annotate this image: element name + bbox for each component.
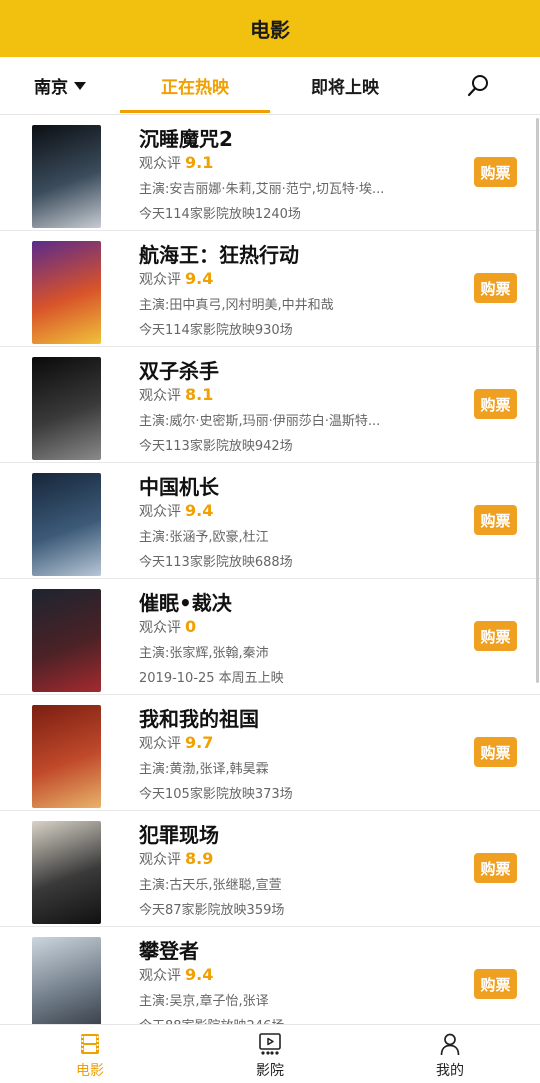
tab-now-showing[interactable]: 正在热映 [120,57,270,114]
caret-down-icon [74,81,86,90]
score-label: 观众评 [139,968,181,984]
movie-cast: 主演:古天乐,张继聪,宣萱 [139,878,282,893]
movie-cast: 主演:田中真弓,冈村明美,中井和哉 [139,298,334,313]
search-icon [467,75,488,97]
movie-item[interactable]: 沉睡魔咒2 观众评 9.1 主演:安吉丽娜·朱莉,艾丽·范宁,切瓦特·埃... 今天11… [0,115,540,231]
movie-score: 观众评 9.4 [139,269,213,289]
movie-cast: 主演:张涵予,欧豪,杜江 [139,530,269,545]
score-value: 9.4 [185,965,214,984]
movie-score: 观众评 8.1 [139,385,213,405]
movie-item[interactable]: 我和我的祖国 观众评 9.7 主演:黄渤,张译,韩昊霖 今天105家影院放映373场 购票 [0,695,540,811]
scrollbar[interactable] [536,118,539,683]
movie-cast: 主演:黄渤,张译,韩昊霖 [139,762,269,777]
movie-score: 观众评 9.7 [139,733,213,753]
score-value: 0 [185,617,197,636]
movie-poster[interactable] [32,705,101,808]
tab-coming-soon[interactable]: 即将上映 [270,57,420,114]
movie-showtime: 今天87家影院放映359场 [139,903,285,918]
cinema-icon [259,1033,281,1055]
score-label: 观众评 [139,620,181,636]
buy-ticket-button[interactable]: 购票 [474,853,517,883]
movie-poster[interactable] [32,821,101,924]
movie-item[interactable]: 中国机长 观众评 9.4 主演:张涵予,欧豪,杜江 今天113家影院放映688场 购票 [0,463,540,579]
buy-ticket-button[interactable]: 购票 [474,273,517,303]
movie-poster[interactable] [32,589,101,692]
movie-poster[interactable] [32,473,101,576]
film-icon [81,1034,99,1054]
movie-showtime: 今天114家影院放映1240场 [139,207,301,222]
page-title: 电影 [250,18,290,42]
movie-poster[interactable] [32,241,101,344]
tab-bar: 南京 正在热映 即将上映 [0,57,540,115]
movie-cast: 主演:吴京,章子怡,张译 [139,994,269,1009]
movie-showtime: 2019-10-25 本周五上映 [139,671,284,686]
score-value: 9.4 [185,269,214,288]
movie-item[interactable]: 攀登者观众评9.4主演:吴京,章子怡,张译今天88家影院放映246场购票 [0,927,540,1025]
score-value: 8.9 [185,849,214,868]
bottom-nav: 电影 影院 我的 [0,1024,540,1083]
movie-score: 观众评 9.4 [139,501,213,521]
nav-cinemas[interactable]: 影院 [180,1025,360,1083]
tab-now-showing-label: 正在热映 [161,78,229,98]
active-tab-indicator [120,110,270,113]
nav-profile-label: 我的 [436,1063,464,1079]
score-value: 9.7 [185,733,214,752]
movie-title[interactable]: 我和我的祖国 [139,703,259,732]
movie-title[interactable]: 犯罪现场 [139,819,219,848]
user-icon [440,1033,460,1056]
score-label: 观众评 [139,272,181,288]
movie-item[interactable]: 犯罪现场 观众评 8.9 主演:古天乐,张继聪,宣萱 今天87家影院放映359场 购票 [0,811,540,927]
nav-movies-label: 电影 [76,1063,104,1079]
nav-movies[interactable]: 电影 [0,1025,180,1083]
score-value: 9.4 [185,501,214,520]
movie-cast: 主演:安吉丽娜·朱莉,艾丽·范宁,切瓦特·埃... [139,182,385,197]
buy-ticket-button[interactable]: 购票 [474,389,517,419]
movie-cast: 主演:张家辉,张翰,秦沛 [139,646,269,661]
nav-profile[interactable]: 我的 [360,1025,540,1083]
search-button[interactable] [466,73,492,99]
app-header: 电影 [0,0,540,57]
city-label: 南京 [34,78,68,98]
movie-score: 观众评 8.9 [139,849,213,869]
movie-score: 观众评 0 [139,617,196,637]
movie-item[interactable]: 航海王：狂热行动 观众评 9.4 主演:田中真弓,冈村明美,中井和哉 今天114家影院放… [0,231,540,347]
movie-item[interactable]: 催眠•裁决 观众评 0 主演:张家辉,张翰,秦沛 2019-10-25 本周五上映 购票 [0,579,540,695]
score-label: 观众评 [139,852,181,868]
score-label: 观众评 [139,156,181,172]
score-value: 9.1 [185,153,214,172]
score-label: 观众评 [139,504,181,520]
movie-title[interactable]: 航海王：狂热行动 [139,239,299,268]
movie-item[interactable]: 双子杀手 观众评 8.1 主演:威尔·史密斯,玛丽·伊丽莎白·温斯特... 今天113家… [0,347,540,463]
movie-list[interactable]: 沉睡魔咒2 观众评 9.1 主演:安吉丽娜·朱莉,艾丽·范宁,切瓦特·埃... 今天11… [0,115,540,1025]
city-selector[interactable]: 南京 [34,57,86,114]
nav-cinemas-label: 影院 [256,1063,284,1079]
tab-coming-soon-label: 即将上映 [311,78,379,98]
movie-score: 观众评 9.4 [139,965,213,985]
score-label: 观众评 [139,736,181,752]
movie-showtime: 今天114家影院放映930场 [139,323,293,338]
movie-cast: 主演:威尔·史密斯,玛丽·伊丽莎白·温斯特... [139,414,381,429]
movie-score: 观众评 9.1 [139,153,213,173]
movie-poster[interactable] [32,357,101,460]
buy-ticket-button[interactable]: 购票 [474,737,517,767]
buy-ticket-button[interactable]: 购票 [474,621,517,651]
movie-poster[interactable] [32,125,101,228]
score-label: 观众评 [139,388,181,404]
movie-title[interactable]: 沉睡魔咒2 [139,123,233,152]
movie-poster[interactable] [32,937,101,1025]
movie-title[interactable]: 攀登者 [139,935,199,964]
movie-title[interactable]: 中国机长 [139,471,219,500]
score-value: 8.1 [185,385,214,404]
movie-showtime: 今天105家影院放映373场 [139,787,293,802]
movie-showtime: 今天113家影院放映688场 [139,555,293,570]
movie-title[interactable]: 催眠•裁决 [139,587,232,616]
buy-ticket-button[interactable]: 购票 [474,505,517,535]
movie-showtime: 今天113家影院放映942场 [139,439,293,454]
buy-ticket-button[interactable]: 购票 [474,969,517,999]
movie-title[interactable]: 双子杀手 [139,355,219,384]
buy-ticket-button[interactable]: 购票 [474,157,517,187]
